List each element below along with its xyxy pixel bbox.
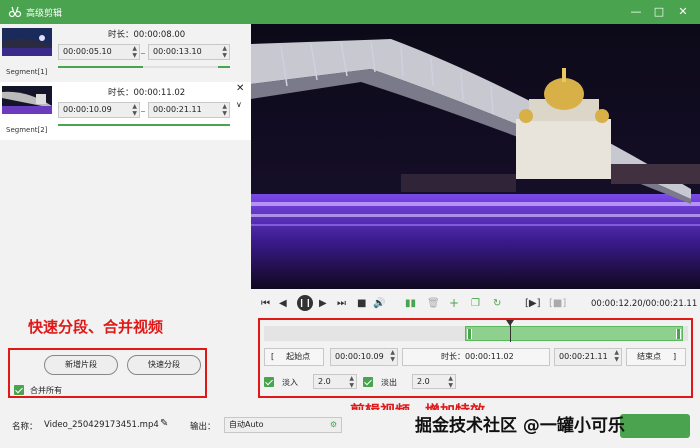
segment-start-field[interactable]: 00:00:05.10 ▲ ▼ <box>58 44 140 60</box>
segment-duration: 时长：00:00:11.02 <box>108 88 186 98</box>
step-back-icon[interactable]: ◀ <box>279 298 287 309</box>
mark-out-icon[interactable]: [■] <box>549 298 566 309</box>
time-counter: 00:00:12.20/00:00:21.11 <box>591 299 698 309</box>
range-dash <box>141 111 145 112</box>
add-icon[interactable]: + <box>449 296 459 310</box>
segment-range-bar <box>58 124 230 126</box>
pause-icon[interactable]: ❙❙ <box>297 295 313 311</box>
merge-all-label: 合并所有 <box>30 386 62 395</box>
spinner-icon[interactable]: ▲ ▼ <box>448 375 453 389</box>
output-field[interactable]: 自动Auto ⚙ <box>224 417 342 433</box>
merge-all-checkbox[interactable] <box>14 385 24 395</box>
refresh-icon[interactable]: ↻ <box>493 298 501 309</box>
video-preview[interactable] <box>251 24 700 289</box>
spinner-icon[interactable]: ▲ ▼ <box>390 349 395 363</box>
end-time-field[interactable]: 00:00:21.11 ▲ ▼ <box>554 348 622 366</box>
fade-out-label: 淡出 <box>381 378 397 387</box>
file-name-value[interactable]: Video_250429173451.mp4 <box>44 420 159 430</box>
delete-icon[interactable]: 🗑 <box>427 298 440 309</box>
minimize-icon[interactable]: — <box>628 4 644 20</box>
playhead-marker-icon[interactable] <box>506 320 514 326</box>
skip-to-end-icon[interactable]: ⏭ <box>337 298 346 309</box>
volume-icon[interactable]: 🔊 <box>373 298 385 309</box>
range-start-handle[interactable] <box>467 329 472 339</box>
app-logo-icon <box>8 6 22 18</box>
player-controls: ⏮ ◀ ❙❙ ▶ ⏭ ■ 🔊 ▮▮ 🗑 + ❐ ↻ [▶] [■] 00:00:… <box>251 289 700 321</box>
copy-icon[interactable]: ❐ <box>471 298 480 309</box>
close-icon[interactable]: ✕ <box>675 4 691 20</box>
stop-icon[interactable]: ■ <box>357 298 366 309</box>
skip-to-start-icon[interactable]: ⏮ <box>261 298 270 309</box>
start-time-field[interactable]: 00:00:10.09 ▲ ▼ <box>330 348 398 366</box>
segment-end-field[interactable]: 00:00:21.11 ▲ ▼ <box>148 102 230 118</box>
maximize-icon[interactable]: □ <box>651 4 667 20</box>
set-end-button[interactable]: 结束点] <box>626 348 686 366</box>
add-segment-button[interactable]: 新增片段 <box>44 355 118 375</box>
file-name-label: 名称： <box>12 422 38 432</box>
set-start-button[interactable]: [起始点 <box>264 348 324 366</box>
edit-name-icon[interactable]: ✎ <box>160 418 168 429</box>
spinner-icon[interactable]: ▲ ▼ <box>132 45 137 59</box>
title-bar: 高级剪辑 — □ ✕ <box>0 0 700 24</box>
mark-in-icon[interactable]: [▶] <box>525 298 541 309</box>
video-frame <box>251 24 700 289</box>
segment-start-field[interactable]: 00:00:10.09 ▲ ▼ <box>58 102 140 118</box>
chevron-down-icon[interactable]: ∨ <box>236 100 242 109</box>
gear-icon[interactable]: ⚙ <box>330 418 337 432</box>
confirm-button[interactable] <box>620 414 690 438</box>
fade-in-checkbox[interactable] <box>264 377 274 387</box>
selected-range[interactable] <box>465 326 683 341</box>
segment-item-2[interactable]: Segment[2] 时长：00:00:11.02 ✕ 00:00:10.09 ▲… <box>0 82 251 140</box>
duration-display: 时长：00:00:11.02 <box>402 348 550 366</box>
spinner-icon[interactable]: ▲ ▼ <box>222 103 227 117</box>
range-dash <box>141 53 145 54</box>
fade-out-checkbox[interactable] <box>363 377 373 387</box>
split-merge-caption: 快速分段、合并视频 <box>28 318 164 336</box>
spinner-icon[interactable]: ▲ ▼ <box>222 45 227 59</box>
segment-label: Segment[1] <box>6 68 48 76</box>
spinner-icon[interactable]: ▲ ▼ <box>132 103 137 117</box>
step-forward-icon[interactable]: ▶ <box>319 298 327 309</box>
segment-thumbnail <box>2 86 52 114</box>
quick-split-button[interactable]: 快速分段 <box>127 355 201 375</box>
segment-thumbnail <box>2 28 52 56</box>
remove-segment-icon[interactable]: ✕ <box>236 83 244 94</box>
fade-in-field[interactable]: 2.0 ▲ ▼ <box>313 374 357 389</box>
segment-duration: 时长：00:00:08.00 <box>108 30 186 40</box>
range-end-handle[interactable] <box>676 329 681 339</box>
spinner-icon[interactable]: ▲ ▼ <box>614 349 619 363</box>
output-label: 输出： <box>190 422 216 432</box>
fade-in-label: 淡入 <box>282 378 298 387</box>
segment-range-bar <box>58 66 230 68</box>
watermark-text: 掘金技术社区 @一罐小可乐 <box>415 416 625 436</box>
segment-item-1[interactable]: Segment[1] 时长：00:00:08.00 00:00:05.10 ▲ ▼ … <box>0 24 251 82</box>
window-title: 高级剪辑 <box>26 9 63 19</box>
spinner-icon[interactable]: ▲ ▼ <box>349 375 354 389</box>
fade-out-field[interactable]: 2.0 ▲ ▼ <box>412 374 456 389</box>
segment-end-field[interactable]: 00:00:13.10 ▲ ▼ <box>148 44 230 60</box>
segment-label: Segment[2] <box>6 126 48 134</box>
split-icon[interactable]: ▮▮ <box>405 298 416 309</box>
